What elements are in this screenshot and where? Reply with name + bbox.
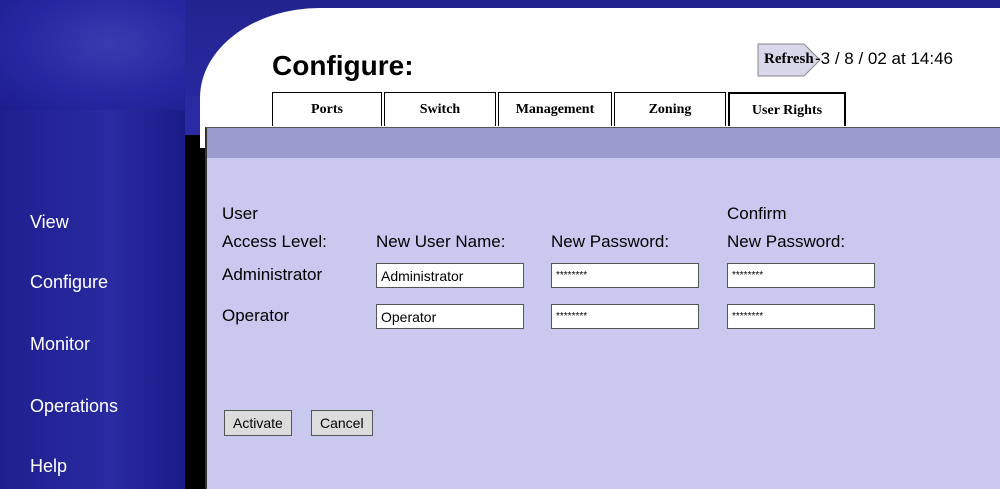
activate-button[interactable]: Activate (224, 410, 292, 436)
row-label-operator: Operator (222, 306, 290, 325)
refresh-timestamp: -3 / 8 / 02 at 14:46 (815, 49, 953, 68)
cancel-button[interactable]: Cancel (311, 410, 373, 436)
nav-item-help[interactable]: Help (30, 456, 67, 477)
nav-item-configure[interactable]: Configure (30, 272, 108, 293)
operator-confirm-password-field[interactable] (727, 304, 875, 329)
tab-management[interactable]: Management (498, 92, 612, 126)
admin-password-field[interactable] (551, 263, 699, 288)
nav-item-operations[interactable]: Operations (30, 396, 118, 417)
tab-ports[interactable]: Ports (272, 92, 382, 126)
logo-area (0, 0, 185, 110)
tab-zoning[interactable]: Zoning (614, 92, 726, 126)
nav-item-view[interactable]: View (30, 212, 69, 233)
col-header-access-level-line1: User (222, 204, 258, 223)
col-header-access-level-line2: Access Level: (222, 232, 327, 251)
tab-switch[interactable]: Switch (384, 92, 496, 126)
page-title: Configure: (272, 50, 414, 81)
admin-username-field[interactable] (376, 263, 524, 288)
tab-user-rights[interactable]: User Rights (728, 92, 846, 126)
operator-password-field[interactable] (551, 304, 699, 329)
col-header-password: New Password: (551, 232, 670, 251)
row-label-administrator: Administrator (222, 265, 323, 284)
refresh-label: Refresh (764, 51, 814, 67)
nav-item-monitor[interactable]: Monitor (30, 334, 90, 355)
panel-header-bar (205, 127, 1000, 159)
admin-confirm-password-field[interactable] (727, 263, 875, 288)
col-header-username: New User Name: (376, 232, 506, 251)
app-window: View Configure Monitor Operations Help C… (0, 0, 1000, 489)
col-header-confirm-line2: New Password: (727, 232, 846, 251)
col-header-confirm-line1: Confirm (727, 204, 787, 223)
sidebar: View Configure Monitor Operations Help (0, 0, 185, 489)
operator-username-field[interactable] (376, 304, 524, 329)
